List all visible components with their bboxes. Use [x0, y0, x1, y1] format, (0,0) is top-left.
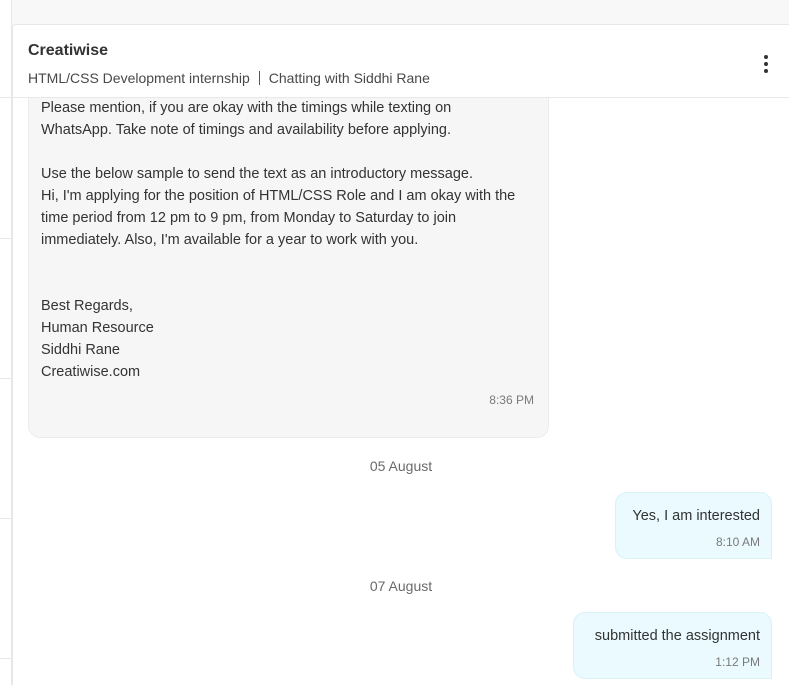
message-time: 1:12 PM — [715, 655, 760, 669]
message-line: Best Regards, — [41, 298, 133, 314]
message-line: Human Resource — [41, 320, 154, 336]
chat-subtitle: HTML/CSS Development internship Chatting … — [28, 70, 430, 86]
dot — [764, 55, 768, 59]
message-line: Please mention, if you are okay with the… — [41, 100, 452, 116]
message-line: Siddhi Rane — [41, 342, 120, 358]
dot — [764, 62, 768, 66]
incoming-message: Please mention, if you are okay with the… — [28, 65, 549, 438]
message-line: WhatsApp. Take note of timings and avail… — [41, 122, 452, 138]
message-line: time period from 12 pm to 9 pm, from Mon… — [41, 210, 457, 226]
message-time: 8:10 AM — [715, 535, 760, 549]
date-separator: 05 August — [369, 458, 433, 474]
internship-title: HTML/CSS Development internship — [28, 70, 250, 86]
message-time: 8:36 PM — [489, 393, 534, 407]
message-text: Yes, I am interested — [632, 508, 760, 524]
message-text: submitted the assignment — [594, 628, 760, 644]
message-thread[interactable]: Please mention, if you are okay with the… — [13, 25, 789, 685]
divider — [0, 238, 11, 239]
chat-page: Please mention, if you are okay with the… — [0, 0, 789, 685]
date-separator: 07 August — [369, 578, 433, 594]
message-line: Use the below sample to send the text as… — [41, 166, 474, 182]
message-line: Hi, I'm applying for the position of HTM… — [41, 188, 516, 204]
divider — [0, 658, 11, 659]
divider — [0, 378, 11, 379]
outgoing-message: submitted the assignment 1:12 PM — [573, 612, 772, 679]
chatting-with: Chatting with Siddhi Rane — [268, 70, 430, 86]
separator — [258, 71, 260, 85]
divider — [0, 518, 11, 519]
dot — [764, 69, 768, 73]
message-line: immediately. Also, I'm available for a y… — [41, 232, 419, 248]
outgoing-message: Yes, I am interested 8:10 AM — [615, 492, 772, 559]
message-line: Creatiwise.com — [41, 364, 141, 380]
company-name: Creatiwise — [28, 42, 109, 59]
divider — [0, 97, 11, 98]
chat-header: Creatiwise HTML/CSS Development internsh… — [13, 25, 789, 98]
chat-panel: Please mention, if you are okay with the… — [12, 24, 789, 685]
conversation-list-edge — [0, 0, 12, 685]
more-vertical-icon[interactable] — [755, 51, 777, 77]
